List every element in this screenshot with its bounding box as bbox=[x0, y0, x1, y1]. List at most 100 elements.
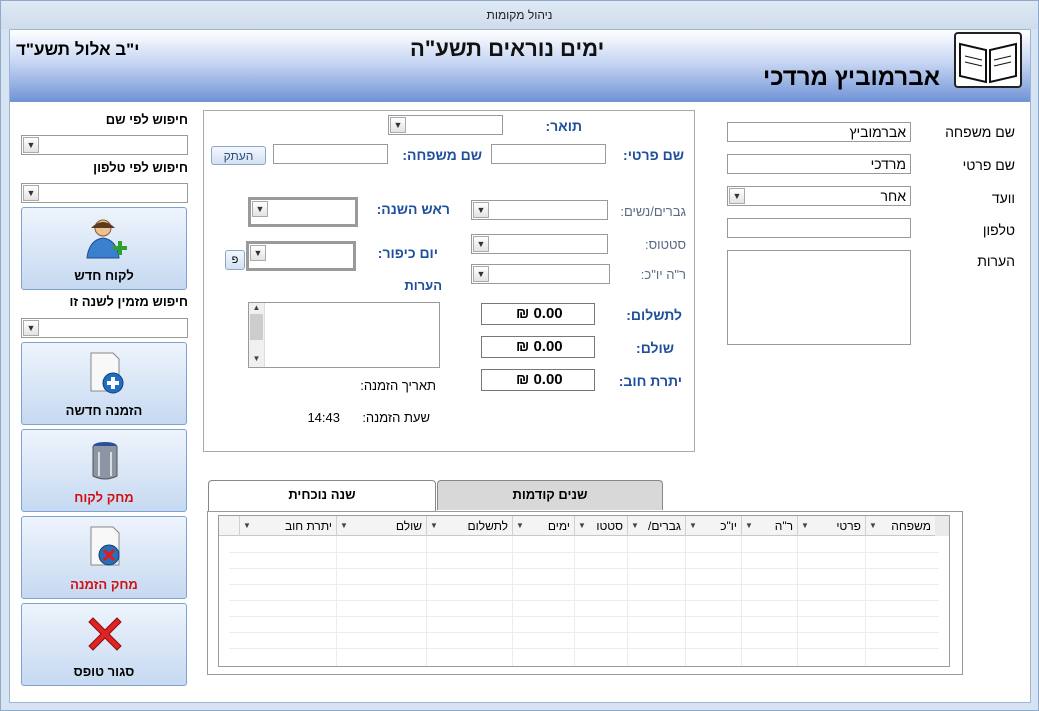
user-add-icon bbox=[86, 219, 127, 259]
chevron-down-icon[interactable]: ▼ bbox=[243, 516, 251, 536]
chevron-down-icon[interactable]: ▼ bbox=[473, 266, 489, 282]
order-last-name-field[interactable] bbox=[273, 144, 388, 164]
col-first-name[interactable]: פרטי ▼ bbox=[797, 516, 865, 536]
order-first-name-label: שם פרטי: bbox=[623, 147, 684, 163]
customer-name-title: אברמוביץ מרדכי bbox=[762, 64, 940, 91]
search-orderer-label: חיפוש מזמין לשנה זו bbox=[69, 294, 188, 309]
new-customer-button[interactable]: לקוח חדש bbox=[21, 207, 187, 290]
order-title-label: תואר: bbox=[545, 118, 582, 134]
grid-col-line bbox=[685, 536, 686, 666]
chevron-down-icon[interactable]: ▼ bbox=[340, 516, 348, 536]
last-name-label: שם משפחה bbox=[945, 124, 1015, 140]
document-delete-icon bbox=[90, 526, 120, 566]
yom-kippur-select[interactable]: ▼ bbox=[246, 241, 356, 271]
chevron-down-icon[interactable]: ▼ bbox=[23, 137, 39, 153]
balance-field[interactable]: 0.00 ₪ bbox=[481, 369, 595, 391]
chevron-down-icon[interactable]: ▼ bbox=[729, 188, 745, 204]
tab-previous-years[interactable]: שנים קודמות bbox=[437, 480, 663, 510]
committee-value: אחר bbox=[880, 188, 906, 204]
orders-grid[interactable]: משפחה ▼ פרטי ▼ ר"ה ▼ יו"כ ▼ גברים/ ▼ סטטו ▼ ימ… bbox=[218, 515, 950, 667]
last-name-field[interactable] bbox=[727, 122, 911, 142]
col-to-pay[interactable]: לתשלום ▼ bbox=[426, 516, 512, 536]
new-order-button[interactable]: הזמנה חדשה bbox=[21, 342, 187, 425]
search-by-name-select[interactable]: ▼ bbox=[21, 135, 188, 155]
committee-select[interactable]: אחר ▼ bbox=[727, 186, 911, 206]
paid-field[interactable]: 0.00 ₪ bbox=[481, 336, 595, 358]
chevron-down-icon[interactable]: ▼ bbox=[801, 516, 809, 536]
order-notes-field[interactable] bbox=[248, 302, 440, 368]
app-window: ניהול מקומות ימים נוראים תשע"ה י"ב אלול … bbox=[0, 0, 1039, 711]
col-days-label: ימים bbox=[547, 519, 570, 533]
col-balance-label: יתרת חוב bbox=[284, 519, 332, 533]
window-title: ניהול מקומות bbox=[1, 1, 1038, 29]
col-yk[interactable]: יו"כ ▼ bbox=[685, 516, 741, 536]
col-gender[interactable]: גברים/ ▼ bbox=[627, 516, 685, 536]
chevron-down-icon[interactable]: ▼ bbox=[250, 245, 266, 261]
search-orderer-select[interactable]: ▼ bbox=[21, 318, 188, 338]
close-x-icon bbox=[88, 617, 122, 651]
notes-scrollbar[interactable]: ▲ ▼ bbox=[249, 303, 265, 367]
chevron-down-icon[interactable]: ▼ bbox=[473, 202, 489, 218]
col-family[interactable]: משפחה ▼ bbox=[865, 516, 935, 536]
trash-icon bbox=[92, 442, 118, 480]
rosh-hashana-select[interactable]: ▼ bbox=[248, 197, 358, 227]
to-pay-label: לתשלום: bbox=[626, 307, 682, 323]
search-by-phone-select[interactable]: ▼ bbox=[21, 183, 188, 203]
rosh-hashana-label: ראש השנה: bbox=[376, 201, 450, 217]
col-days[interactable]: ימים ▼ bbox=[512, 516, 574, 536]
chevron-down-icon[interactable]: ▼ bbox=[252, 201, 268, 217]
chevron-down-icon[interactable]: ▼ bbox=[689, 516, 697, 536]
delete-order-button[interactable]: מחק הזמנה bbox=[21, 516, 187, 599]
status-label: סטטוס: bbox=[644, 237, 686, 252]
scroll-thumb[interactable] bbox=[250, 314, 263, 340]
chevron-down-icon[interactable]: ▼ bbox=[23, 320, 39, 336]
col-yk-label: יו"כ bbox=[720, 519, 737, 533]
scroll-up-icon[interactable]: ▲ bbox=[249, 303, 264, 312]
col-rh[interactable]: ר"ה ▼ bbox=[741, 516, 797, 536]
tab-current-year[interactable]: שנה נוכחית bbox=[208, 480, 436, 512]
chevron-down-icon[interactable]: ▼ bbox=[430, 516, 438, 536]
chevron-down-icon[interactable]: ▼ bbox=[473, 236, 489, 252]
status-select[interactable]: ▼ bbox=[471, 234, 608, 254]
phone-label: טלפון bbox=[982, 222, 1015, 238]
gender-label: גברים/נשים: bbox=[620, 204, 686, 219]
customer-notes-field[interactable] bbox=[727, 250, 911, 345]
chevron-down-icon[interactable]: ▼ bbox=[578, 516, 586, 536]
chevron-down-icon[interactable]: ▼ bbox=[869, 516, 877, 536]
grid-col-line bbox=[426, 536, 427, 666]
copy-button[interactable]: העתק bbox=[211, 146, 266, 165]
hebrew-date: י"ב אלול תשע"ד bbox=[16, 40, 140, 59]
main-form: ימים נוראים תשע"ה י"ב אלול תשע"ד אברמובי… bbox=[9, 29, 1031, 703]
p-button[interactable]: פ bbox=[225, 250, 245, 270]
grid-corner bbox=[935, 516, 949, 536]
first-name-label: שם פרטי bbox=[962, 157, 1015, 173]
first-name-field[interactable] bbox=[727, 154, 911, 174]
rh-yk-select[interactable]: ▼ bbox=[471, 264, 610, 284]
order-time-value: 14:43 bbox=[307, 410, 340, 425]
chevron-down-icon[interactable]: ▼ bbox=[516, 516, 524, 536]
delete-customer-label: מחק לקוח bbox=[74, 490, 134, 505]
order-notes-label: הערות bbox=[404, 278, 442, 293]
chevron-down-icon[interactable]: ▼ bbox=[23, 185, 39, 201]
new-order-label: הזמנה חדשה bbox=[65, 403, 143, 418]
to-pay-field[interactable]: 0.00 ₪ bbox=[481, 303, 595, 325]
order-date-label: תאריך הזמנה: bbox=[360, 378, 436, 393]
scroll-down-icon[interactable]: ▼ bbox=[249, 354, 264, 363]
delete-customer-button[interactable]: מחק לקוח bbox=[21, 429, 187, 512]
chevron-down-icon[interactable]: ▼ bbox=[631, 516, 639, 536]
close-form-button[interactable]: סגור טופס bbox=[21, 603, 187, 686]
rh-yk-label: ר"ה יו"כ: bbox=[640, 267, 686, 282]
col-paid[interactable]: שולם ▼ bbox=[336, 516, 426, 536]
col-status[interactable]: סטטו ▼ bbox=[574, 516, 627, 536]
title-select[interactable]: ▼ bbox=[388, 115, 503, 135]
order-first-name-field[interactable] bbox=[491, 144, 606, 164]
chevron-down-icon[interactable]: ▼ bbox=[745, 516, 753, 536]
col-first-name-label: פרטי bbox=[836, 519, 861, 533]
phone-field[interactable] bbox=[727, 218, 911, 238]
paid-label: שולם: bbox=[636, 340, 674, 356]
gender-select[interactable]: ▼ bbox=[471, 200, 608, 220]
grid-col-line bbox=[627, 536, 628, 666]
col-to-pay-label: לתשלום bbox=[467, 519, 508, 533]
col-balance[interactable]: יתרת חוב ▼ bbox=[239, 516, 336, 536]
chevron-down-icon[interactable]: ▼ bbox=[390, 117, 406, 133]
